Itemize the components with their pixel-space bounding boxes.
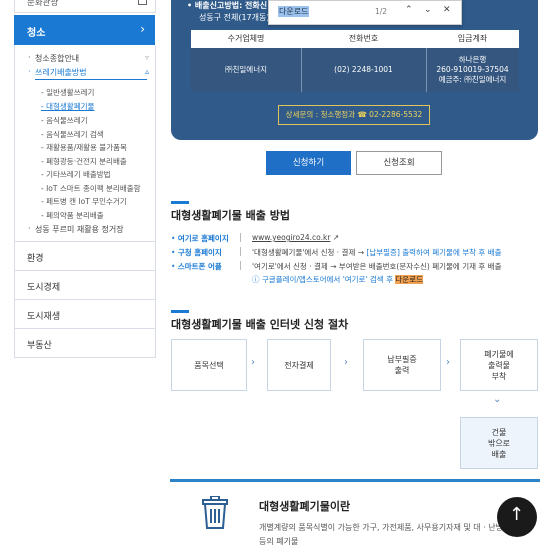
sidebar-item-environment[interactable]: 환경: [14, 242, 156, 271]
table-cell: (02) 2248-1001: [301, 48, 427, 92]
section-title: 대형생활폐기물 배출 인터넷 신청 절차: [171, 318, 349, 331]
subsub-item[interactable]: - 재활용품/재활용 불가품목: [41, 142, 127, 153]
sidebar-submenu: · 청소종합안내 ▿ · 쓰레기배출방법 ▵ - 일반생활쓰레기 - 대형생활폐기물…: [14, 45, 156, 242]
collector-table: 수거업체명 전화번호 입금계좌 ㈜친일에너지 (02) 2248-1001 하나…: [191, 30, 519, 92]
step-box: 납부필증 출력: [363, 339, 441, 391]
subsub-item[interactable]: - 음식물쓰레기 검색: [41, 129, 104, 140]
subsub-item[interactable]: - 음식물쓰레기: [41, 115, 88, 126]
find-input[interactable]: 다운로드: [278, 6, 310, 17]
card-desc: 개별계량의 품목식별이 가능한 가구, 가전제품, 사무용기자재 및 대 · 난…: [259, 523, 511, 532]
chevron-down-icon: ⌄: [493, 394, 502, 405]
card-title: 대형생활폐기물이란: [259, 500, 351, 513]
find-bar: 다운로드 1/2 ⌃ ⌄ ✕: [268, 0, 462, 25]
subsub-item[interactable]: - 일반생활쓰레기: [41, 87, 94, 98]
submenu-item[interactable]: · 청소종합안내 ▿: [28, 53, 149, 64]
find-count: 1/2: [375, 7, 388, 16]
panel-line: 성동구 전체(17개동): [199, 13, 270, 22]
step-box: 전자결제: [267, 339, 331, 391]
subsub-item[interactable]: - IoT 스마트 종이팩 분리배출함: [41, 183, 141, 194]
chevron-right-icon: ›: [446, 357, 450, 368]
submenu-item-selected[interactable]: · 쓰레기배출방법 ▵: [28, 67, 150, 80]
chevron-right-icon: ›: [140, 22, 145, 36]
method-label: • 여기로 홈페이지: [171, 234, 229, 243]
submenu-item[interactable]: · 성동 푸르미 재활용 정거장: [28, 224, 124, 235]
section-accent: [171, 310, 189, 313]
subsub-item[interactable]: - 기타쓰레기 배출방법: [41, 169, 111, 180]
external-link-icon: ↗: [332, 233, 340, 242]
section-accent: [171, 201, 189, 204]
definition-card: 대형생활폐기물이란 개별계량의 품목식별이 가능한 가구, 가전제품, 사무용기…: [170, 479, 540, 556]
table-row: ㈜친일에너지 (02) 2248-1001 하나은행 260-910019-37…: [191, 48, 519, 92]
arrow-up-icon: ↑: [509, 504, 525, 525]
sidebar-item-urban-regeneration[interactable]: 도시재생: [14, 300, 156, 329]
section-title: 대형생활폐기물 배출 방법: [171, 209, 290, 222]
chevron-right-icon: ›: [344, 357, 348, 368]
info-icon: ⓘ: [252, 275, 260, 284]
step-box: 건물 밖으로 배출: [460, 417, 538, 469]
subsub-item[interactable]: - 페트병 캔 IoT 무인수거기: [41, 196, 127, 207]
sidebar-item-label: 문화관광: [27, 0, 59, 8]
table-cell: ㈜친일에너지: [191, 48, 302, 92]
table-header: 전화번호: [301, 30, 426, 49]
homepage-link[interactable]: www.yeogiro24.co.kr ↗: [252, 233, 339, 242]
sidebar-item-urban-economy[interactable]: 도시경제: [14, 271, 156, 300]
table-cell-account: 하나은행 260-910019-37504 예금주: ㈜친일에너지: [436, 55, 509, 84]
sidebar-item-real-estate[interactable]: 부동산: [14, 329, 156, 358]
subsub-item[interactable]: - 폐형광등·건전지 분리배출: [41, 156, 127, 167]
chevron-up-icon[interactable]: ⌃: [405, 5, 413, 15]
chevron-down-icon[interactable]: ⌄: [424, 5, 432, 15]
chevron-down-icon: ▿: [145, 53, 150, 62]
table-header: 입금계좌: [426, 30, 519, 49]
sidebar-item-culture[interactable]: 문화관광: [14, 0, 156, 13]
step-box: 폐기물에 출력물 부착: [460, 339, 538, 391]
close-icon[interactable]: ✕: [443, 5, 451, 15]
check-application-button[interactable]: 신청조회: [356, 151, 442, 175]
inquiry-box: 상세문의 : 청소행정과 ☎ 02-2286-5532: [278, 105, 430, 125]
external-link-icon: [138, 0, 147, 5]
step-box: 품목선택: [171, 339, 247, 391]
subsub-item-selected[interactable]: - 대형생활폐기물: [41, 101, 94, 112]
table-header: 수거업체명: [191, 30, 301, 49]
chevron-right-icon: ›: [251, 357, 255, 368]
app-note: ⓘ 구글플레이/앱스토어에서 '여기로' 검색 후 다운로드: [252, 275, 423, 284]
panel-line: • 배출신고방법: 전화신: [187, 1, 268, 10]
scroll-to-top-button[interactable]: ↑: [497, 497, 537, 537]
method-label: • 구청 홈페이지: [171, 248, 222, 257]
chevron-up-icon: ▵: [145, 67, 150, 76]
sidebar-item-label: 청소: [27, 28, 46, 39]
trash-icon: [202, 496, 228, 529]
method-desc: '여기로'에서 신청 · 결제 → 부여받은 배출번호(문자수신) 폐기물에 기…: [252, 262, 502, 271]
method-desc: '대형생활폐기물'에서 신청 · 결제 → [납부필증] 출력하여 폐기물에 부…: [252, 248, 502, 257]
card-desc: 등의 폐기물: [259, 537, 299, 546]
method-label: • 스마트폰 어플: [171, 262, 222, 271]
subsub-item[interactable]: - 폐의약품 분리배출: [41, 210, 104, 221]
sidebar-item-cleaning[interactable]: 청소 ›: [14, 15, 155, 45]
apply-button[interactable]: 신청하기: [266, 151, 351, 175]
